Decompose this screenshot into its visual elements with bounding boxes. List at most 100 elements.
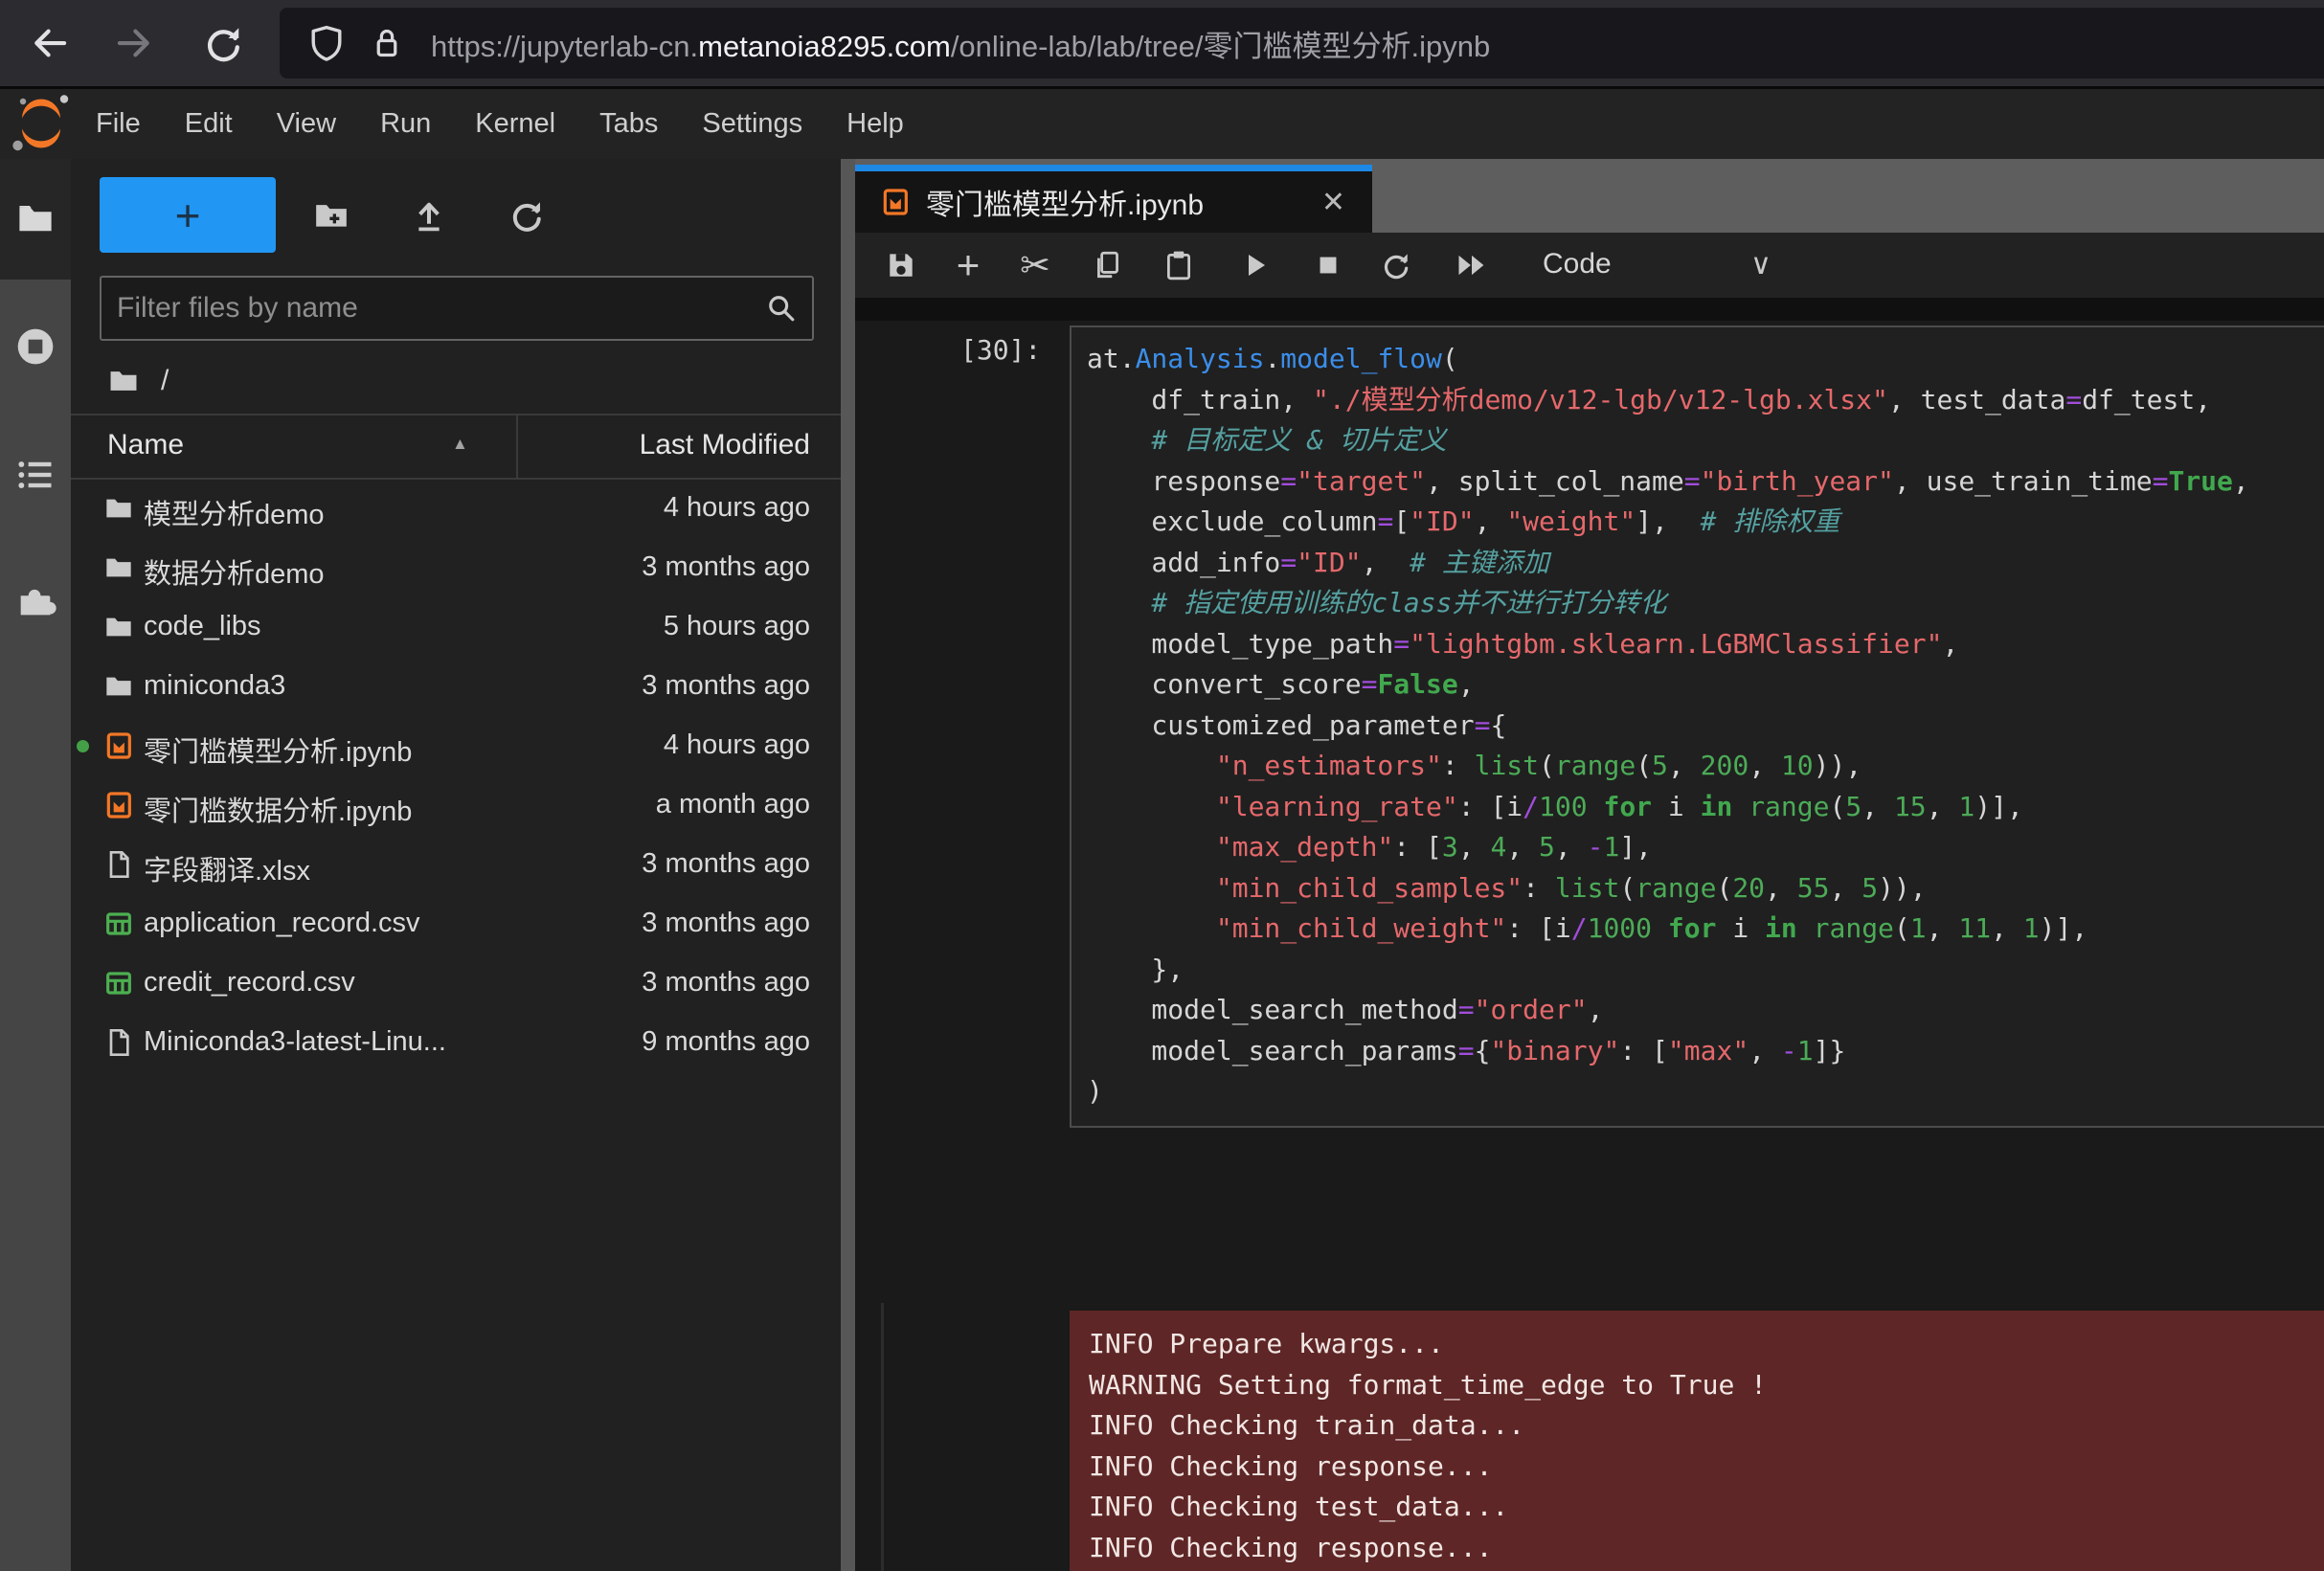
breadcrumb-root: / [161,365,169,397]
csv-icon [103,909,134,939]
file-row[interactable]: 模型分析demo 4 hours ago [71,479,841,538]
folder-icon [103,493,134,524]
code-line: convert_score=False, [1087,664,2324,706]
plus-icon: + [175,190,201,241]
forward-button[interactable] [103,12,165,74]
panel-splitter[interactable] [841,159,855,1571]
menu-item-help[interactable]: Help [824,108,926,140]
code-cell-editor[interactable]: at.Analysis.model_flow( df_train, "./模型分… [1070,325,2324,1128]
cut-cells-button[interactable]: ✂ [1016,246,1054,284]
browser-toolbar: https://jupyterlab-cn.metanoia8295.com/o… [0,0,2324,86]
new-launcher-button[interactable]: + [100,177,276,253]
menu-item-kernel[interactable]: Kernel [453,108,577,140]
folder-icon [103,671,134,702]
column-header-modified[interactable]: Last Modified [640,429,810,461]
menu-item-settings[interactable]: Settings [680,108,824,140]
code-line: # 目标定义 & 切片定义 [1087,420,2324,461]
file-row[interactable]: miniconda33 months ago [71,657,841,716]
code-line: "min_child_weight": [i/1000 for i in ran… [1087,909,2324,950]
https-lock-icon[interactable] [368,24,406,62]
code-line: df_train, "./模型分析demo/v12-lgb/v12-lgb.xl… [1087,380,2324,421]
search-icon [764,291,799,325]
stop-icon [1314,251,1343,280]
save-button[interactable] [882,246,920,284]
menu-item-run[interactable]: Run [358,108,453,140]
restart-kernel-button[interactable] [1376,246,1414,284]
file-row[interactable]: 字段翻译.xlsx3 months ago [71,835,841,894]
file-name: code_libs [144,611,261,642]
notebook-scroll-gutter [855,300,2324,321]
file-row[interactable]: application_record.csv3 months ago [71,894,841,954]
column-divider [516,415,518,478]
close-tab-icon[interactable]: ✕ [1321,186,1345,219]
sidebar-item-file-browser[interactable] [0,199,71,239]
cell-type-select[interactable]: Code [1543,248,1612,281]
save-icon [885,249,917,281]
code-line: "min_child_samples": list(range(20, 55, … [1087,868,2324,909]
file-row[interactable]: 零门槛数据分析.ipynba month ago [71,775,841,835]
sort-ascending-icon[interactable]: ▲ [452,435,468,454]
reload-button[interactable] [192,12,253,74]
menu-item-edit[interactable]: Edit [163,108,255,140]
code-line: }, [1087,950,2324,991]
notebook-icon [103,730,134,761]
url-path: /online-lab/lab/tree/零门槛模型分析.ipynb [951,30,1490,63]
chevron-down-icon[interactable]: ∨ [1750,248,1771,281]
stop-circle-icon [14,325,56,368]
file-row[interactable]: code_libs5 hours ago [71,597,841,657]
code-line: ) [1087,1071,2324,1112]
puzzle-icon [13,578,57,622]
file-modified: 4 hours ago [664,492,810,524]
breadcrumb[interactable]: / [107,362,169,400]
code-line: "learning_rate": [i/100 for i in range(5… [1087,787,2324,828]
file-row[interactable]: 零门槛模型分析.ipynb4 hours ago [71,716,841,775]
notebook-tab[interactable]: 零门槛模型分析.ipynb ✕ [855,165,1372,233]
home-folder-icon [107,365,140,397]
run-cell-button[interactable] [1236,246,1275,284]
menu-item-view[interactable]: View [255,108,358,140]
sidebar-item-table-of-contents[interactable] [0,454,71,496]
menu-item-file[interactable]: File [74,108,163,140]
restart-run-all-button[interactable] [1453,246,1491,284]
address-bar[interactable]: https://jupyterlab-cn.metanoia8295.com/o… [280,8,2324,79]
tracking-protection-shield-icon[interactable] [306,23,347,63]
filter-files-input[interactable] [100,276,814,341]
back-button[interactable] [19,12,80,74]
interrupt-kernel-button[interactable] [1309,246,1347,284]
filter-files-box [100,276,814,341]
back-arrow-icon [29,22,71,64]
file-row[interactable]: credit_record.csv3 months ago [71,954,841,1013]
upload-icon [410,196,448,235]
paste-cells-button[interactable] [1160,246,1198,284]
jupyterlab-menubar: FileEditViewRunKernelTabsSettingsHelp [0,89,2324,159]
code-line: "n_estimators": list(range(5, 200, 10)), [1087,746,2324,787]
file-list-header: Name ▲ Last Modified [71,414,841,480]
file-name: 模型分析demo [144,492,325,532]
file-modified: 4 hours ago [664,729,810,761]
sidebar-item-extension-manager[interactable] [0,578,71,622]
file-name: miniconda3 [144,670,285,702]
upload-button[interactable] [410,196,448,235]
plus-icon: + [957,242,981,288]
add-cell-button[interactable]: + [949,246,987,284]
sidebar-item-running-sessions[interactable] [0,325,71,368]
reload-icon [200,21,244,65]
restart-icon [1379,249,1411,281]
cell-execution-prompt: [30]: [960,334,1041,366]
menu-item-tabs[interactable]: Tabs [577,108,680,140]
notebook-content: [30]: at.Analysis.model_flow( df_train, … [855,321,2324,1571]
file-list: 模型分析demo4 hours ago数据分析demo3 months agoc… [71,479,841,1072]
refresh-icon [507,196,545,235]
csv-icon [103,968,134,999]
file-modified: a month ago [656,789,810,820]
notebook-tab-title: 零门槛模型分析.ipynb [926,181,1204,223]
code-line: response="target", split_col_name="birth… [1087,461,2324,503]
refresh-file-list-button[interactable] [507,196,545,235]
new-folder-button[interactable] [312,196,350,235]
copy-cells-button[interactable] [1089,246,1127,284]
code-line: at.Analysis.model_flow( [1087,339,2324,380]
column-header-name[interactable]: Name [107,429,184,461]
output-collapser[interactable] [881,1303,884,1571]
file-row[interactable]: 数据分析demo3 months ago [71,538,841,597]
file-row[interactable]: Miniconda3-latest-Linu...9 months ago [71,1013,841,1072]
